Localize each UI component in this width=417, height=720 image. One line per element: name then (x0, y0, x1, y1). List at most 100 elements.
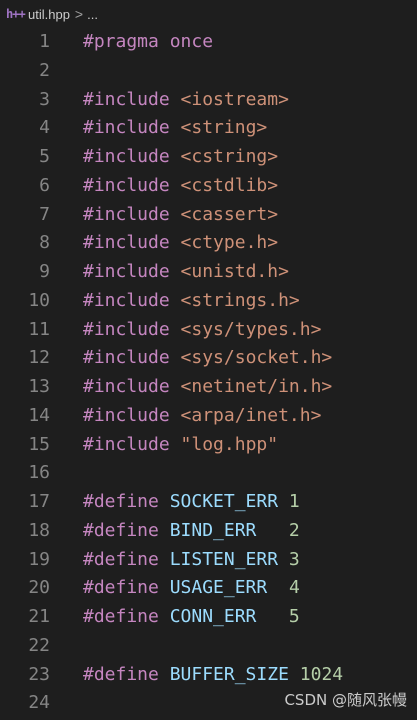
code-text: #include <strings.h> (83, 287, 300, 316)
code-line[interactable]: 4 #include <string> (0, 114, 417, 143)
line-number: 24 (28, 692, 50, 714)
code-token: 3 (288, 548, 300, 570)
code-text: #include <cassert> (83, 201, 278, 230)
line-number: 17 (28, 491, 50, 512)
code-line[interactable]: 7 #include <cassert> (0, 201, 417, 230)
code-token: <netinet/in.h> (180, 376, 333, 397)
code-text: #define BUFFER_SIZE 1024 (83, 661, 343, 690)
code-text: #define LISTEN_ERR 3 (83, 546, 300, 575)
code-line[interactable]: 16 (0, 459, 417, 488)
code-line[interactable]: 6 #include <cstdlib> (0, 172, 417, 201)
code-line[interactable]: 18 #define BIND_ERR 2 (0, 517, 417, 546)
line-number: 3 (39, 88, 50, 110)
code-token: #include (83, 318, 181, 340)
code-editor[interactable]: 1 #pragma once 2 3 #include <iostream> 4 #incl… (0, 28, 417, 720)
code-line[interactable]: 10 #include <strings.h> (0, 287, 417, 316)
code-text: #include <sys/types.h> (83, 316, 321, 345)
code-text: #include <arpa/inet.h> (83, 402, 321, 431)
breadcrumb-file[interactable]: util.hpp (28, 7, 70, 22)
code-line[interactable]: 9 #include <unistd.h> (0, 258, 417, 287)
line-number: 21 (28, 606, 50, 627)
watermark: CSDN @随风张幔 (284, 691, 407, 709)
code-text: #define BIND_ERR 2 (83, 517, 300, 546)
code-line[interactable]: 2 (0, 57, 417, 86)
code-token: #include (83, 261, 181, 282)
cpp-header-file-icon: h++ (6, 7, 26, 21)
code-line[interactable]: 13 #include <netinet/in.h> (0, 373, 417, 402)
code-text: #include <string> (83, 114, 267, 143)
code-text: #include <iostream> (83, 86, 289, 115)
line-number: 18 (28, 519, 50, 541)
code-token: <sys/types.h> (180, 318, 322, 340)
line-number: 2 (39, 59, 50, 81)
code-token: LISTEN_ERR (169, 548, 279, 570)
code-token: #define (83, 519, 170, 541)
line-number: 14 (28, 404, 50, 426)
code-line[interactable]: 12 #include <sys/socket.h> (0, 344, 417, 373)
line-number: 5 (39, 146, 50, 167)
code-token: #include (83, 404, 181, 426)
code-token: #define (83, 577, 170, 599)
code-text: #define SOCKET_ERR 1 (83, 488, 300, 517)
line-number: 1 (39, 31, 50, 52)
code-text: #define CONN_ERR 5 (83, 603, 300, 632)
code-text: #define USAGE_ERR 4 (83, 574, 300, 603)
breadcrumb-more[interactable]: ... (87, 7, 98, 22)
code-text: #include <cstring> (83, 143, 278, 172)
code-token: <arpa/inet.h> (180, 404, 322, 426)
code-line[interactable]: 3 #include <iostream> (0, 86, 417, 115)
code-line[interactable]: 23 #define BUFFER_SIZE 1024 (0, 661, 417, 690)
chevron-right-icon: > (74, 6, 84, 22)
code-text: #include <netinet/in.h> (83, 373, 332, 402)
code-line[interactable]: 5 #include <cstring> (0, 143, 417, 172)
code-text: #include <ctype.h> (83, 229, 278, 258)
code-token: SOCKET_ERR (169, 491, 279, 512)
code-token: #define (83, 491, 170, 512)
code-token: <ctype.h> (180, 232, 279, 254)
code-text: #include <cstdlib> (83, 172, 278, 201)
code-line[interactable]: 19 #define LISTEN_ERR 3 (0, 546, 417, 575)
code-line[interactable]: 15 #include "log.hpp" (0, 431, 417, 460)
line-number: 15 (28, 433, 50, 455)
code-line[interactable]: 20 #define USAGE_ERR 4 (0, 574, 417, 603)
code-token: BIND_ERR (169, 519, 257, 541)
code-text: #include <unistd.h> (83, 258, 289, 287)
code-line[interactable]: 21 #define CONN_ERR 5 (0, 603, 417, 632)
code-token: #define (83, 548, 170, 570)
code-token: #include (83, 433, 181, 455)
code-line[interactable]: 1 #pragma once (0, 28, 417, 57)
code-text: #include "log.hpp" (83, 431, 278, 460)
code-token: #pragma once (83, 31, 214, 52)
line-number: 16 (28, 462, 50, 484)
line-number: 20 (28, 577, 50, 599)
line-number: 22 (28, 634, 50, 656)
code-token: #define (83, 663, 170, 685)
code-token: 1 (288, 491, 300, 512)
line-number: 8 (39, 232, 50, 254)
code-line[interactable]: 22 (0, 632, 417, 661)
code-token: "log.hpp" (180, 433, 279, 455)
code-line[interactable]: 11 #include <sys/types.h> (0, 316, 417, 345)
code-token: #include (83, 146, 181, 167)
code-line[interactable]: 14 #include <arpa/inet.h> (0, 402, 417, 431)
line-number: 4 (39, 117, 50, 139)
code-token: <sys/socket.h> (180, 347, 333, 369)
code-token: #include (83, 376, 181, 397)
code-token: 4 (288, 577, 300, 599)
line-number: 12 (28, 347, 50, 369)
code-token: #define (83, 606, 170, 627)
code-token: 5 (288, 606, 300, 627)
code-text: #pragma once (83, 28, 213, 57)
code-token: <cstdlib> (180, 174, 279, 196)
code-token: <unistd.h> (180, 261, 289, 282)
code-line[interactable]: 17 #define SOCKET_ERR 1 (0, 488, 417, 517)
code-token: <iostream> (180, 88, 289, 110)
line-number: 9 (39, 261, 50, 282)
code-line[interactable]: 8 #include <ctype.h> (0, 229, 417, 258)
line-number: 10 (28, 289, 50, 311)
code-token: #include (83, 232, 181, 254)
